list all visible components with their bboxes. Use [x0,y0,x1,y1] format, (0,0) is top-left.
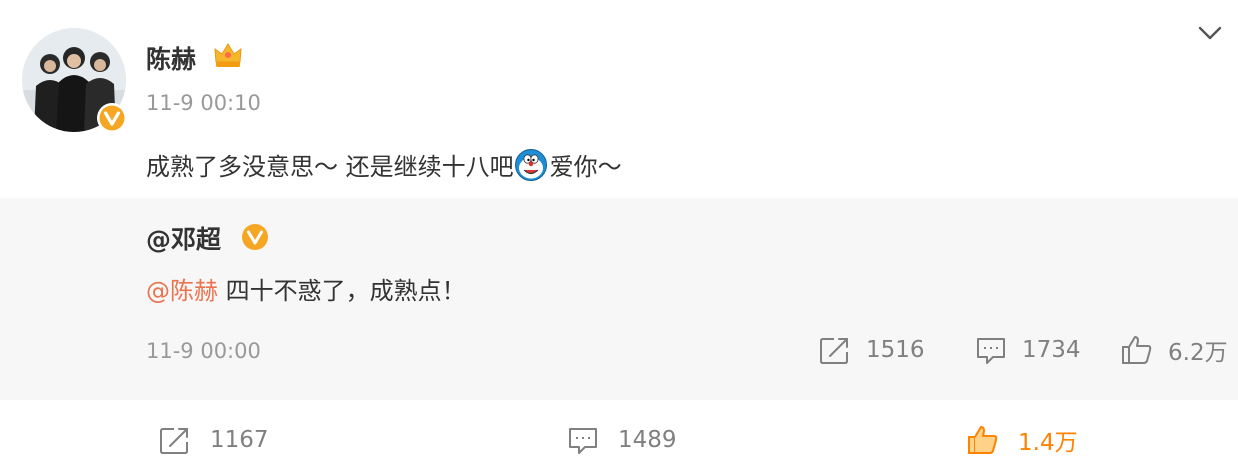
repost-timestamp[interactable]: 11-9 00:00 [146,339,261,363]
repost-text: @陈赫 四十不惑了，成熟点！ [146,271,466,306]
crown-icon [214,43,242,67]
repost-button[interactable]: 1167 [158,424,269,456]
like-count: 1.4万 [1018,430,1078,456]
like-button[interactable]: 1.4万 [966,424,1078,456]
repost-author-name[interactable]: @邓超 [146,220,221,256]
post-text-part1: 成熟了多没意思～ 还是继续十八吧 [146,153,514,181]
like-icon [968,426,998,454]
action-bar: 1167 1489 1.4万 [0,400,1238,474]
comment-icon [569,428,597,454]
post-text-part2: 爱你～ [549,153,622,181]
repost-comment-button[interactable]: 1734 [974,334,1081,366]
like-icon [1122,336,1152,364]
repost-icon [820,338,848,364]
comment-count: 1489 [618,427,677,453]
post-text: 成熟了多没意思～ 还是继续十八吧 爱你～ [146,147,622,182]
comment-button[interactable]: 1489 [566,424,677,456]
mention-link[interactable]: @陈赫 [146,277,218,305]
repost-repost-button[interactable]: 1516 [818,334,925,366]
chevron-down-icon[interactable] [1196,22,1224,44]
weibo-post: 陈赫 11-9 00:10 成熟了多没意思～ 还是继续十八吧 爱你～ [0,0,1238,198]
post-timestamp[interactable]: 11-9 00:10 [146,91,261,115]
repost-like-button[interactable]: 6.2万 [1120,334,1228,366]
verified-badge-icon [242,224,268,250]
repost-count: 1167 [210,427,269,453]
repost-text-body: 四十不惑了，成熟点！ [218,277,466,305]
repost-comment-count: 1734 [1022,337,1081,363]
verified-badge-icon [97,103,127,133]
repost-icon [160,428,188,454]
comment-icon [977,338,1005,364]
author-name[interactable]: 陈赫 [146,40,196,76]
doraemon-emoji-icon [514,148,547,181]
repost-like-count: 6.2万 [1168,340,1228,366]
repost-repost-count: 1516 [866,337,925,363]
repost-block[interactable]: @邓超 @陈赫 四十不惑了，成熟点！ 11-9 00:00 1516 1734 … [0,198,1238,400]
